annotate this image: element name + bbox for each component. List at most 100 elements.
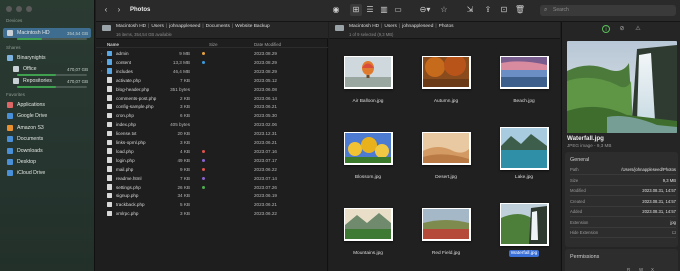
thumbnail-image <box>343 55 393 89</box>
thumbnail-item[interactable]: Blossom.jpg <box>335 126 405 198</box>
list-row[interactable]: › includes 46,4 MB 2023.08.29 <box>96 67 328 76</box>
list-row[interactable]: index.php 405 bytes 2023.02.06 <box>96 120 328 129</box>
list-row[interactable]: config-sample.php 3 KB 2023.06.21 <box>96 102 328 111</box>
sidebar-item-office[interactable]: Office 470,07 GB <box>3 64 91 74</box>
list-row[interactable]: trackback.php 5 KB 2023.06.21 <box>96 200 328 209</box>
forward-button[interactable]: › <box>113 4 125 16</box>
disclosure-chevron-icon[interactable]: › <box>101 51 102 56</box>
thumbnail-item[interactable]: Autumn.jpg <box>413 50 483 122</box>
list-row[interactable]: activate.php 7 KB 2023.05.12 <box>96 76 328 85</box>
breadcrumb-item[interactable]: johnappleseed <box>169 24 200 29</box>
gallery-view-button[interactable]: ▭ <box>392 4 404 16</box>
breadcrumb-item[interactable]: Macintosh HD <box>116 24 146 29</box>
breadcrumb-item[interactable]: Documents <box>206 24 230 29</box>
breadcrumb-item[interactable]: Photos <box>439 24 454 29</box>
thumbnail-item[interactable]: Red Field.jpg <box>413 202 483 271</box>
breadcrumb-item[interactable]: Users <box>151 24 164 29</box>
list-row[interactable]: comments-post.php 2 KB 2023.06.14 <box>96 94 328 103</box>
search-input[interactable]: ⌕ Search <box>540 5 676 16</box>
list-row[interactable]: signup.php 34 KB 2023.06.19 <box>96 191 328 200</box>
close-window-button[interactable] <box>6 6 12 12</box>
sidebar-item-amazon-s3[interactable]: Amazon S3 <box>3 123 91 133</box>
info-key: Added <box>570 209 583 214</box>
sidebar-item-documents[interactable]: Documents <box>3 134 91 144</box>
list-row[interactable]: mail.php 9 KB 2023.06.22 <box>96 165 328 174</box>
list-row[interactable]: links-opml.php 3 KB 2023.06.21 <box>96 138 328 147</box>
thumbnail-frame <box>499 52 549 92</box>
info-value: 9,3 MB <box>662 177 676 183</box>
sidebar-item-repositories[interactable]: Repositories 470,07 GB <box>3 76 91 86</box>
icon-pane: Macintosh HD | Users | johnappleseed | Photos … <box>329 22 560 271</box>
breadcrumb-item[interactable]: Macintosh HD <box>349 24 379 29</box>
eye-icon[interactable]: ◉ <box>330 4 342 16</box>
amazon-s3-icon <box>7 124 13 131</box>
list-row[interactable]: blog-header.php 351 bytes 2023.06.08 <box>96 85 328 94</box>
column-date-header[interactable]: Date Modified <box>254 42 281 47</box>
column-name-header[interactable]: Name <box>107 42 119 47</box>
sidebar-item-icloud-drive[interactable]: iCloud Drive <box>3 168 91 178</box>
action-menu-button[interactable]: ⊖▾ <box>416 4 434 16</box>
sidebar-item-downloads[interactable]: Downloads <box>3 146 91 156</box>
column-view-button[interactable]: ▥ <box>378 4 390 16</box>
back-button[interactable]: ‹ <box>100 4 112 16</box>
file-icon <box>107 86 112 92</box>
sidebar-item-label: Downloads <box>17 147 43 154</box>
info-value: 2023.08.31, 14:57 <box>642 188 676 193</box>
list-view-button[interactable]: ☰ <box>364 4 376 16</box>
warning-tab-icon[interactable]: ⚠ <box>634 25 642 33</box>
file-name: content <box>116 59 132 65</box>
permissions-title: Permissions <box>570 254 600 260</box>
share-icon[interactable]: ⇪ <box>482 4 494 16</box>
star-icon[interactable]: ☆ <box>438 4 450 16</box>
icon-view-button[interactable]: ⊞ <box>350 4 362 16</box>
file-size: 351 bytes <box>170 86 190 92</box>
downloads-icon <box>7 147 13 154</box>
list-row[interactable]: readme.html 7 KB 2023.07.14 <box>96 174 328 183</box>
list-row[interactable]: settings.php 26 KB 2023.07.26 <box>96 183 328 192</box>
list-row[interactable]: cron.php 6 KB 2023.05.30 <box>96 111 328 120</box>
breadcrumb-item[interactable]: Website Backup <box>235 24 270 29</box>
thumbnail-frame <box>499 202 549 246</box>
trash-icon[interactable]: 🗑 <box>514 4 526 16</box>
breadcrumb-item[interactable]: Users <box>384 24 397 29</box>
sidebar-item-google-drive[interactable]: Google Drive <box>3 111 91 121</box>
list-row[interactable]: › admin 9 MB 2023.08.29 <box>96 49 328 58</box>
thumbnail-item[interactable]: Desert.jpg <box>413 126 483 198</box>
file-icon <box>107 112 112 119</box>
list-row[interactable]: login.php 49 KB 2023.07.17 <box>96 156 328 165</box>
permissions-tab-icon[interactable]: ⊘ <box>618 25 626 33</box>
list-row[interactable]: license.txt 20 KB 2023.12.31 <box>96 129 328 138</box>
sidebar-item-applications[interactable]: Applications <box>3 100 91 110</box>
info-row: Hide Extension ☐ <box>570 230 676 238</box>
file-size: 3 KB <box>180 211 190 217</box>
info-value[interactable]: ☐ <box>672 230 676 235</box>
disclosure-chevron-icon[interactable]: › <box>101 59 102 64</box>
sidebar-item-size: 470,07 GB <box>67 66 88 72</box>
thumbnail-item[interactable]: Mountains.jpg <box>335 202 405 271</box>
thumbnail-image <box>499 55 549 89</box>
info-tab-icon[interactable]: i <box>602 25 610 33</box>
disclosure-chevron-icon[interactable]: › <box>101 68 102 73</box>
compress-icon[interactable]: ⇲ <box>464 4 476 16</box>
info-row: Modified 2023.08.31, 14:57 <box>570 188 676 196</box>
zoom-window-button[interactable] <box>26 6 32 12</box>
sidebar-item-label: Amazon S3 <box>17 124 44 131</box>
sidebar-item-binarynights[interactable]: Binarynights <box>3 53 91 63</box>
breadcrumb-separator: | <box>398 24 401 29</box>
thumbnail-item[interactable]: Lake.jpg <box>491 126 561 198</box>
thumbnail-item[interactable]: Waterfall.jpg <box>491 202 561 271</box>
file-icon <box>107 77 112 83</box>
minimize-window-button[interactable] <box>16 6 22 12</box>
list-row[interactable]: xmlrpc.php 3 KB 2023.06.22 <box>96 209 328 218</box>
sidebar-item-macintosh-hd[interactable]: Macintosh HD 354,54 GB <box>3 28 91 38</box>
list-row[interactable]: load.php 4 KB 2023.07.16 <box>96 147 328 156</box>
thumbnail-item[interactable]: Beach.jpg <box>491 50 561 122</box>
list-row[interactable]: › content 13,3 MB 2023.08.29 <box>96 58 328 67</box>
thumbnail-label: Beach.jpg <box>491 99 557 104</box>
breadcrumb-item[interactable]: johnappleseed <box>402 24 433 29</box>
thumbnail-item[interactable]: Air Balloon.jpg <box>335 50 405 122</box>
new-folder-icon[interactable]: ⊡ <box>498 4 510 16</box>
column-size-header[interactable]: Size <box>209 42 218 47</box>
file-date: 2023.07.26 <box>254 184 277 190</box>
sidebar-item-desktop[interactable]: Desktop <box>3 157 91 167</box>
